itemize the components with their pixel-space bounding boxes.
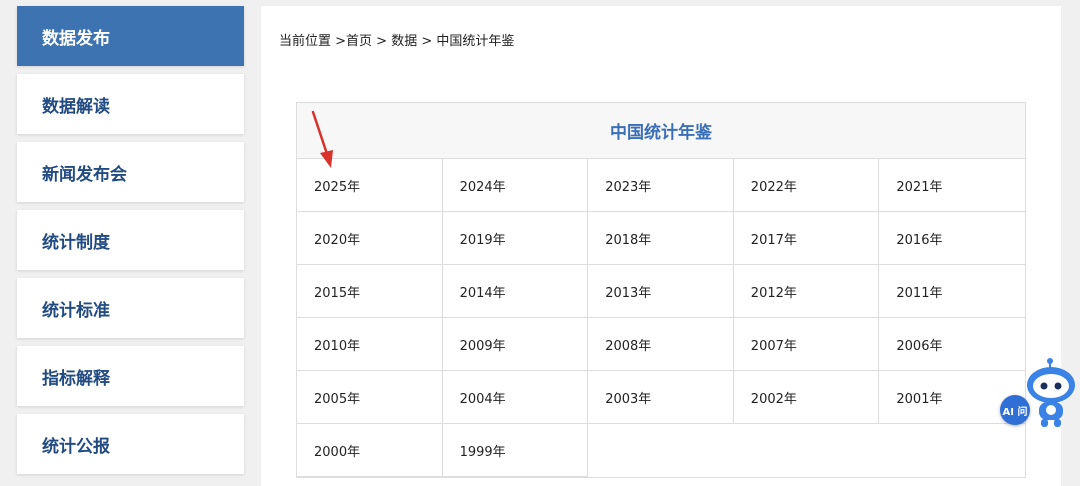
yearbook-table: 中国统计年鉴 2025年 2024年 2023年 2022年 2021年 2020年 201… [296,102,1026,478]
sidebar-item-data-interpretation[interactable]: 数据解读 [17,74,244,134]
year-link-cell[interactable]: 2020年 [297,212,443,265]
main-content: 当前位置 >首页 > 数据 > 中国统计年鉴 中国统计年鉴 2025年 2024年… [261,6,1061,486]
year-link-cell[interactable]: 2015年 [297,265,443,318]
year-link-cell[interactable]: 2014年 [442,265,589,318]
sidebar-item-data-release[interactable]: 数据发布 [17,6,244,66]
year-link-cell[interactable]: 2019年 [442,212,589,265]
year-link-cell[interactable]: 2017年 [733,212,880,265]
year-link-cell[interactable]: 2009年 [442,318,589,371]
year-link-cell[interactable]: 2018年 [588,212,734,265]
year-link-cell[interactable]: 2016年 [879,212,1025,265]
sidebar-item-statistical-standards[interactable]: 统计标准 [17,278,244,338]
sidebar-item-press-conference[interactable]: 新闻发布会 [17,142,244,202]
year-link-cell[interactable]: 2005年 [297,371,443,424]
ai-assistant-widget[interactable]: AI 问 [996,355,1080,430]
year-link-cell[interactable]: 2023年 [588,159,734,212]
breadcrumb: 当前位置 >首页 > 数据 > 中国统计年鉴 [279,30,514,49]
year-link-cell[interactable]: 2010年 [297,318,443,371]
ai-chat-badge[interactable]: AI 问 [1000,395,1030,425]
year-link-cell[interactable]: 2002年 [733,371,880,424]
year-link-cell[interactable]: 2011年 [879,265,1025,318]
breadcrumb-current: 中国统计年鉴 [436,34,515,49]
sidebar-item-statistical-bulletin[interactable]: 统计公报 [17,414,244,474]
year-link-cell[interactable]: 2013年 [588,265,734,318]
sidebar-item-statistical-system[interactable]: 统计制度 [17,210,244,270]
sidebar-nav: 数据发布 数据解读 新闻发布会 统计制度 统计标准 指标解释 统计公报 [17,6,244,482]
table-title: 中国统计年鉴 [297,103,1025,159]
year-link-cell[interactable]: 2004年 [442,371,589,424]
breadcrumb-data-link[interactable]: 数据 [391,34,417,49]
year-link-cell[interactable]: 1999年 [442,424,589,477]
year-grid: 2025年 2024年 2023年 2022年 2021年 2020年 2019年 2018年… [297,159,1025,477]
red-arrow-annotation [311,110,333,168]
year-link-cell[interactable]: 2012年 [733,265,880,318]
breadcrumb-separator: > [417,34,437,49]
breadcrumb-prefix: 当前位置 > [279,34,347,49]
breadcrumb-separator: > [372,34,392,49]
year-link-cell[interactable]: 2022年 [733,159,880,212]
year-link-cell[interactable]: 2003年 [588,371,734,424]
sidebar-item-indicator-explanation[interactable]: 指标解释 [17,346,244,406]
year-link-cell[interactable]: 2021年 [879,159,1025,212]
year-link-cell[interactable]: 2000年 [297,424,443,477]
year-link-cell[interactable]: 2008年 [588,318,734,371]
breadcrumb-home-link[interactable]: 首页 [346,34,372,49]
year-link-cell[interactable]: 2024年 [442,159,589,212]
year-link-cell[interactable]: 2007年 [733,318,880,371]
